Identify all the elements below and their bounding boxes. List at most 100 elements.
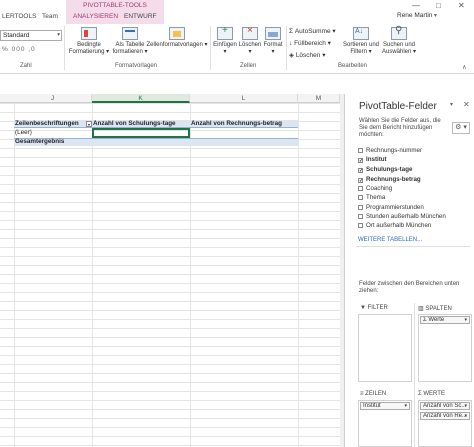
pivottable-tools-label: PIVOTTABLE-TOOLS (83, 2, 147, 9)
filter-dropdown-icon[interactable]: ▾ (86, 121, 92, 127)
column-header-l[interactable]: L (190, 94, 298, 103)
worksheet-grid[interactable] (0, 103, 340, 447)
tab-entwurf[interactable]: ENTWURF (124, 13, 157, 20)
field-schulungstage[interactable]: ✓ Schulungs-tage (358, 166, 412, 174)
checkbox-checked-icon[interactable]: ✓ (358, 178, 363, 184)
checkbox-icon[interactable] (358, 148, 363, 153)
pivot-grand-total-label[interactable]: Gesamtergebnis (15, 138, 64, 146)
checkbox-icon[interactable] (358, 205, 363, 210)
checkbox-checked-icon[interactable]: ✓ (358, 158, 363, 164)
insert-icon (217, 27, 233, 40)
tab-team[interactable]: Team (42, 13, 58, 20)
chevron-down-icon: ▾ (464, 403, 467, 409)
field-programmierstunden[interactable]: Programmierstunden (358, 204, 424, 211)
conditional-formatting-button[interactable]: Bedingte Formatierung ▾ (66, 27, 112, 56)
rows-area-label: ≡ ZEILEN (360, 391, 387, 397)
field-thema[interactable]: Thema (358, 194, 385, 201)
area-divider (414, 303, 415, 447)
ribbon-divider (210, 26, 211, 70)
rows-institut-chip[interactable]: Institut ▾ (360, 402, 410, 410)
maximize-icon[interactable]: □ (436, 1, 441, 10)
close-icon[interactable]: ✕ (458, 1, 465, 10)
number-format-value: Standard (3, 32, 30, 39)
clear-button[interactable]: ◈ Löschen ▾ (289, 51, 325, 59)
fill-button[interactable]: ↓ Füllbereich ▾ (289, 39, 331, 47)
filter-area-label: ▼ FILTER (360, 305, 388, 311)
format-as-table-button[interactable]: Als Tabelle formatieren ▾ (110, 27, 150, 56)
format-as-table-icon (122, 27, 138, 40)
ribbon-divider (286, 26, 287, 70)
checkbox-icon[interactable] (358, 214, 363, 219)
group-label-zahl: Zahl (20, 63, 32, 69)
pane-title: PivotTable-Felder (359, 101, 437, 112)
sort-filter-button[interactable]: Sortieren und Filtern ▾ (340, 27, 382, 56)
excel-window: PIVOTTABLE-TOOLS LERTOOLS Team ANALYSIER… (0, 0, 474, 447)
cell-styles-button[interactable]: Zellenformatvorlagen ▾ (146, 27, 208, 49)
values-area-label: Σ WERTE (418, 391, 445, 397)
gridline (190, 103, 191, 447)
format-label: Format ▾ (263, 42, 283, 55)
field-coaching[interactable]: Coaching (358, 185, 392, 192)
format-icon (265, 27, 281, 40)
column-header-j[interactable]: J (14, 94, 92, 103)
pane-options-chevron-icon[interactable]: ▾ (450, 101, 453, 108)
group-label-zellen: Zellen (240, 63, 257, 69)
sort-label: Sortieren und Filtern ▾ (342, 42, 380, 55)
field-stunden-ausserhalb[interactable]: Stunden außerhalb München (358, 213, 446, 220)
checkbox-checked-icon[interactable]: ✓ (358, 168, 363, 174)
group-label-bearbeiten: Bearbeiten (338, 63, 368, 69)
values-chip-schulungstage[interactable]: Anzahl von Sc... ▾ (420, 402, 470, 410)
pivot-empty-row-label[interactable]: (Leer) (15, 129, 32, 137)
field-ort-ausserhalb[interactable]: Ort außerhalb München (358, 222, 431, 229)
column-header-m[interactable]: M (298, 94, 340, 103)
chevron-down-icon: ▾ (57, 32, 60, 38)
gear-icon[interactable]: ⚙ ▾ (452, 122, 470, 134)
find-icon (391, 27, 407, 40)
field-rechnungsbetrag[interactable]: ✓ Rechnungs-betrag (358, 176, 421, 184)
user-name[interactable]: Rene Martin (397, 12, 432, 19)
pane-divider (356, 246, 470, 247)
more-tables-link[interactable]: WEITERE TABELLEN... (358, 237, 422, 243)
filter-drop-area[interactable] (358, 314, 412, 382)
delete-cells-button[interactable]: Löschen ▾ (237, 27, 263, 56)
checkbox-icon[interactable] (358, 195, 363, 200)
autosum-button[interactable]: Σ AutoSumme ▾ (289, 27, 336, 35)
pane-close-icon[interactable]: ✕ (463, 100, 470, 109)
selected-cell[interactable] (92, 128, 190, 138)
checkbox-icon[interactable] (358, 186, 363, 191)
pivot-col-header-rechnungsbetrag[interactable]: Anzahl von Rechnungs-betrag (191, 120, 297, 128)
pivot-row-label-header[interactable]: Zeilenbeschriftungen (15, 120, 79, 128)
delete-label: Löschen ▾ (238, 42, 262, 55)
format-cells-button[interactable]: Format ▾ (262, 27, 284, 56)
chevron-down-icon: ▾ (404, 403, 407, 409)
filter-icon: ▼ (360, 305, 368, 311)
values-chip-rechnungsbetrag[interactable]: Anzahl von Re... ▾ (420, 412, 470, 420)
conditional-formatting-icon (81, 27, 97, 40)
format-as-table-label: Als Tabelle formatieren ▾ (112, 42, 148, 55)
gridline (92, 103, 93, 447)
checkbox-icon[interactable] (358, 223, 363, 228)
pivot-col-header-schulungstage[interactable]: Anzahl von Schulungs-tage (93, 120, 189, 128)
field-rechnungsnummer[interactable]: Rechnungs-nummer (358, 147, 422, 154)
gridline (298, 103, 299, 447)
group-label-formatvorlagen: Formatvorlagen (115, 63, 158, 69)
chevron-down-icon: ▾ (464, 317, 467, 323)
cell-styles-icon (169, 27, 185, 40)
number-format-select[interactable]: Standard ▾ (0, 30, 62, 41)
collapse-ribbon-icon[interactable]: ∧ (462, 63, 467, 71)
insert-label: Einfügen ▾ (213, 42, 237, 55)
number-format-buttons[interactable]: % 000 ,0 (2, 46, 36, 53)
field-institut[interactable]: ✓ Institut (358, 156, 387, 164)
tab-lertools[interactable]: LERTOOLS (2, 13, 36, 20)
user-chevron-icon[interactable]: ▾ (434, 12, 437, 19)
ribbon-tab-bar: PIVOTTABLE-TOOLS LERTOOLS Team ANALYSIER… (0, 0, 474, 24)
columns-values-chip[interactable]: Σ Werte ▾ (420, 316, 470, 324)
find-select-button[interactable]: Suchen und Auswählen ▾ (380, 27, 418, 56)
sort-icon (353, 27, 369, 40)
columns-drop-area[interactable] (418, 314, 472, 382)
tab-analysieren[interactable]: ANALYSIEREN (73, 13, 118, 20)
insert-cells-button[interactable]: Einfügen ▾ (212, 27, 238, 56)
find-label: Suchen und Auswählen ▾ (381, 42, 417, 55)
minimize-icon[interactable]: — (412, 1, 420, 10)
column-header-k[interactable]: K (92, 94, 190, 103)
